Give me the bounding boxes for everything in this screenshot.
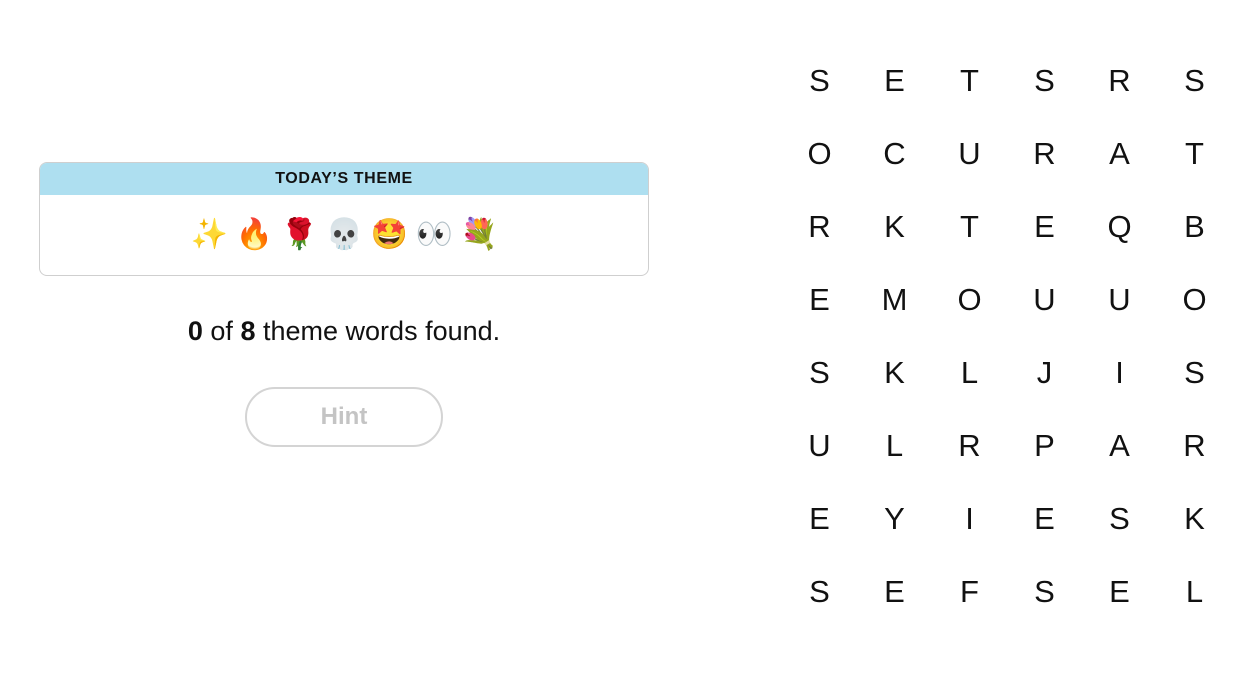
letter-cell[interactable]: R (1007, 117, 1082, 190)
letter-cell[interactable]: O (932, 263, 1007, 336)
letter-cell[interactable]: L (857, 409, 932, 482)
progress-suffix: theme words found. (263, 316, 501, 346)
letter-cell[interactable]: K (1157, 482, 1232, 555)
found-count: 0 (187, 316, 203, 346)
letter-cell[interactable]: R (932, 409, 1007, 482)
skull-icon: 💀 (325, 217, 363, 252)
letter-cell[interactable]: O (1157, 263, 1232, 336)
letter-cell[interactable]: Q (1082, 190, 1157, 263)
letter-cell[interactable]: L (932, 336, 1007, 409)
letter-cell[interactable]: S (1157, 44, 1232, 117)
total-count: 8 (240, 316, 256, 346)
letter-cell[interactable]: S (782, 555, 857, 628)
letter-cell[interactable]: U (1007, 263, 1082, 336)
letter-cell[interactable]: Y (857, 482, 932, 555)
letter-cell[interactable]: T (932, 44, 1007, 117)
letter-cell[interactable]: K (857, 336, 932, 409)
letter-cell[interactable]: K (857, 190, 932, 263)
progress-text: 0 of 8 theme words found. (39, 316, 649, 347)
letter-cell[interactable]: E (1082, 555, 1157, 628)
rose-icon: 🌹 (280, 217, 318, 252)
letter-cell[interactable]: R (782, 190, 857, 263)
letter-cell[interactable]: S (1082, 482, 1157, 555)
letter-cell[interactable]: E (782, 263, 857, 336)
progress-of: of (210, 316, 233, 346)
letter-cell[interactable]: I (1082, 336, 1157, 409)
star-struck-icon: 🤩 (370, 217, 408, 252)
letter-cell[interactable]: S (1007, 555, 1082, 628)
letter-cell[interactable]: I (932, 482, 1007, 555)
letter-cell[interactable]: R (1082, 44, 1157, 117)
letter-cell[interactable]: O (782, 117, 857, 190)
letter-cell[interactable]: S (782, 44, 857, 117)
letter-cell[interactable]: U (782, 409, 857, 482)
hint-wrap: Hint (39, 387, 649, 447)
theme-header: TODAY’S THEME (40, 163, 648, 195)
letter-cell[interactable]: M (857, 263, 932, 336)
theme-card: TODAY’S THEME ✨ 🔥 🌹 💀 🤩 👀 💐 (39, 162, 649, 276)
letter-cell[interactable]: R (1157, 409, 1232, 482)
letter-cell[interactable]: S (1007, 44, 1082, 117)
letter-cell[interactable]: T (1157, 117, 1232, 190)
letter-cell[interactable]: C (857, 117, 932, 190)
letter-grid: SETSRSOCURATRKTEQBEMOUUOSKLJISULRPAREYIE… (782, 44, 1232, 628)
letter-cell[interactable]: E (857, 555, 932, 628)
sparkles-icon: ✨ (190, 217, 228, 252)
letter-cell[interactable]: S (782, 336, 857, 409)
letter-cell[interactable]: F (932, 555, 1007, 628)
letter-cell[interactable]: E (857, 44, 932, 117)
letter-cell[interactable]: E (1007, 190, 1082, 263)
letter-cell[interactable]: A (1082, 409, 1157, 482)
letter-cell[interactable]: J (1007, 336, 1082, 409)
eyes-icon: 👀 (415, 217, 453, 252)
letter-cell[interactable]: L (1157, 555, 1232, 628)
hint-button[interactable]: Hint (245, 387, 443, 447)
fire-icon: 🔥 (235, 217, 273, 252)
letter-cell[interactable]: B (1157, 190, 1232, 263)
letter-cell[interactable]: E (782, 482, 857, 555)
letter-cell[interactable]: S (1157, 336, 1232, 409)
letter-cell[interactable]: T (932, 190, 1007, 263)
letter-cell[interactable]: P (1007, 409, 1082, 482)
letter-cell[interactable]: A (1082, 117, 1157, 190)
theme-emoji-row: ✨ 🔥 🌹 💀 🤩 👀 💐 (40, 195, 648, 275)
letter-cell[interactable]: E (1007, 482, 1082, 555)
letter-cell[interactable]: U (1082, 263, 1157, 336)
letter-cell[interactable]: U (932, 117, 1007, 190)
bouquet-icon: 💐 (460, 217, 498, 252)
theme-panel: TODAY’S THEME ✨ 🔥 🌹 💀 🤩 👀 💐 0 of 8 theme… (39, 162, 649, 447)
